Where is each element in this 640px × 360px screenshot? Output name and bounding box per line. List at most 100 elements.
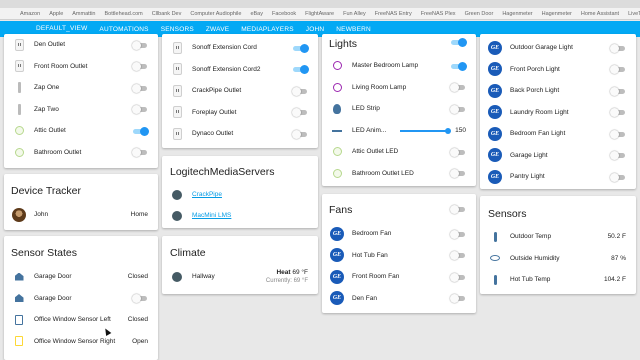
ge-light-row[interactable]: GE Laundry Room Light bbox=[480, 102, 636, 123]
light-row[interactable]: Master Bedroom Lamp bbox=[322, 55, 476, 76]
speaker-icon bbox=[170, 209, 184, 223]
device-tracker-row[interactable]: John Home bbox=[4, 204, 158, 225]
switch-toggle[interactable] bbox=[132, 148, 148, 157]
light-toggle[interactable] bbox=[450, 61, 467, 71]
ge-light-toggle[interactable] bbox=[610, 108, 626, 117]
bookmark-item[interactable]: LiveTV Entry bbox=[628, 11, 640, 17]
light-row[interactable]: Living Room Lamp bbox=[322, 77, 476, 98]
outlet-toggle[interactable] bbox=[292, 86, 308, 96]
bookmark-item[interactable]: Facebook bbox=[272, 11, 296, 17]
switch-row[interactable]: Attic Outlet bbox=[4, 120, 158, 141]
bookmark-item[interactable]: Cllbank Dev bbox=[152, 11, 182, 17]
light-toggle[interactable] bbox=[450, 104, 466, 114]
card-title: LogitechMediaServers bbox=[170, 166, 275, 178]
row-label: Dynaco Outlet bbox=[192, 130, 234, 137]
bookmark-item[interactable]: FreeNAS Entry bbox=[375, 11, 412, 17]
card-title: Device Tracker bbox=[11, 185, 82, 197]
row-label: Front Porch Light bbox=[510, 65, 560, 73]
ge-light-toggle[interactable] bbox=[610, 129, 626, 139]
switch-row[interactable]: Den Outlet bbox=[4, 34, 158, 55]
bookmark-item[interactable]: Fun Alley bbox=[343, 11, 366, 17]
dimmer-value: 150 bbox=[455, 127, 466, 134]
outlet-row[interactable]: Sonoff Extension Cord2 bbox=[162, 59, 318, 80]
row-label: Garage Door bbox=[34, 294, 72, 302]
fan-row[interactable]: GE Den Fan bbox=[322, 288, 476, 309]
ge-light-row[interactable]: GE Outdoor Garage Light bbox=[480, 37, 636, 58]
light-toggle[interactable] bbox=[450, 83, 466, 92]
switch-row[interactable]: Zap One bbox=[4, 77, 158, 98]
sensor-state-row[interactable]: Office Window Sensor Left Closed bbox=[4, 309, 158, 330]
bookmark-item[interactable]: Amazon bbox=[20, 11, 40, 17]
fan-toggle[interactable] bbox=[450, 251, 466, 260]
bookmark-item[interactable]: FreeNAS Plex bbox=[421, 11, 456, 17]
sensor-row[interactable]: Outdoor Temp 50.2 F bbox=[480, 226, 636, 247]
garage-door-toggle[interactable] bbox=[132, 294, 148, 303]
sensor-state-row[interactable]: Garage Door Closed bbox=[4, 266, 158, 287]
switch-toggle[interactable] bbox=[132, 126, 149, 136]
ge-light-row[interactable]: GE Front Porch Light bbox=[480, 59, 636, 80]
ge-light-row[interactable]: GE Pantry Light bbox=[480, 166, 636, 187]
switch-row[interactable]: Front Room Outlet bbox=[4, 56, 158, 77]
ge-light-toggle[interactable] bbox=[610, 172, 626, 182]
bookmark-item[interactable]: Bottlehead.com bbox=[105, 11, 143, 17]
bookmark-item[interactable]: Computer Audiophile bbox=[190, 11, 241, 17]
sensor-state-row[interactable]: Garage Door bbox=[4, 288, 158, 309]
ge-light-toggle[interactable] bbox=[610, 151, 626, 160]
ge-logo-icon: GE bbox=[330, 291, 344, 305]
bookmark-item[interactable]: FlightAware bbox=[305, 11, 334, 17]
brightness-slider[interactable] bbox=[400, 126, 452, 136]
sensor-row[interactable]: Hot Tub Temp 104.2 F bbox=[480, 269, 636, 290]
sensor-state-row[interactable]: Office Window Sensor Right Open bbox=[4, 331, 158, 352]
sensor-row[interactable]: Outside Humidity 87 % bbox=[480, 248, 636, 269]
light-outlet-row[interactable]: Attic Outlet LED bbox=[322, 141, 476, 162]
light-outlet-row[interactable]: Bathroom Outlet LED bbox=[322, 163, 476, 184]
bookmark-item[interactable]: Hagenmeter bbox=[502, 11, 532, 17]
fan-toggle[interactable] bbox=[450, 272, 466, 282]
ge-light-toggle[interactable] bbox=[610, 65, 626, 74]
climate-row[interactable]: Hallway Heat 69 °F Currently: 69 °F bbox=[162, 266, 318, 287]
outlet-toggle[interactable] bbox=[292, 43, 309, 53]
bookmark-item[interactable]: Apple bbox=[49, 11, 63, 17]
outlet-toggle[interactable] bbox=[292, 65, 309, 74]
outlet-toggle[interactable] bbox=[292, 108, 308, 117]
ge-light-row[interactable]: GE Bedroom Fan Light bbox=[480, 123, 636, 144]
light-icon bbox=[330, 145, 344, 159]
light-outlet-toggle[interactable] bbox=[450, 147, 466, 157]
outlet-row[interactable]: Dynaco Outlet bbox=[162, 123, 318, 144]
light-row[interactable]: LED Strip bbox=[322, 98, 476, 119]
ge-light-row[interactable]: GE Back Porch Light bbox=[480, 80, 636, 101]
fans-group-toggle[interactable] bbox=[450, 205, 466, 214]
dimmer-row[interactable]: LED Anim... 150 bbox=[322, 120, 476, 141]
fan-toggle[interactable] bbox=[450, 229, 466, 239]
bookmark-item[interactable]: Hagenmeter bbox=[542, 11, 572, 17]
fan-row[interactable]: GE Hot Tub Fan bbox=[322, 245, 476, 266]
media-player-row[interactable]: CrackPipe bbox=[162, 184, 318, 205]
switch-toggle[interactable] bbox=[132, 62, 148, 71]
switch-toggle[interactable] bbox=[132, 83, 148, 93]
thermometer-icon bbox=[488, 273, 502, 287]
bookmark-item[interactable]: Home Assistant bbox=[581, 11, 619, 17]
bookmark-item[interactable]: Green Door bbox=[465, 11, 494, 17]
switch-row[interactable]: Zap Two bbox=[4, 99, 158, 120]
media-player-row[interactable]: MacMini LMS bbox=[162, 205, 318, 226]
switch-row[interactable]: Bathroom Outlet bbox=[4, 142, 158, 163]
switch-toggle[interactable] bbox=[132, 40, 148, 50]
switch-toggle[interactable] bbox=[132, 105, 148, 114]
fan-toggle[interactable] bbox=[450, 294, 466, 303]
lights-group-toggle[interactable] bbox=[450, 38, 467, 47]
outlet-toggle[interactable] bbox=[292, 129, 308, 139]
outlet-row[interactable]: Sonoff Extension Cord bbox=[162, 37, 318, 58]
fan-row[interactable]: GE Bedroom Fan bbox=[322, 223, 476, 244]
outlet-row[interactable]: Foreplay Outlet bbox=[162, 102, 318, 123]
ge-light-toggle[interactable] bbox=[610, 86, 626, 96]
media-player-link[interactable]: MacMini LMS bbox=[192, 212, 318, 219]
outlet-row[interactable]: CrackPipe Outlet bbox=[162, 80, 318, 101]
media-player-link[interactable]: CrackPipe bbox=[192, 191, 318, 198]
bookmark-item[interactable]: eBay bbox=[250, 11, 263, 17]
bookmark-item[interactable]: Ammattin bbox=[72, 11, 95, 17]
ge-light-toggle[interactable] bbox=[610, 43, 626, 53]
window-icon bbox=[12, 313, 26, 327]
ge-light-row[interactable]: GE Garage Light bbox=[480, 145, 636, 166]
fan-row[interactable]: GE Front Room Fan bbox=[322, 266, 476, 287]
light-outlet-toggle[interactable] bbox=[450, 169, 466, 178]
